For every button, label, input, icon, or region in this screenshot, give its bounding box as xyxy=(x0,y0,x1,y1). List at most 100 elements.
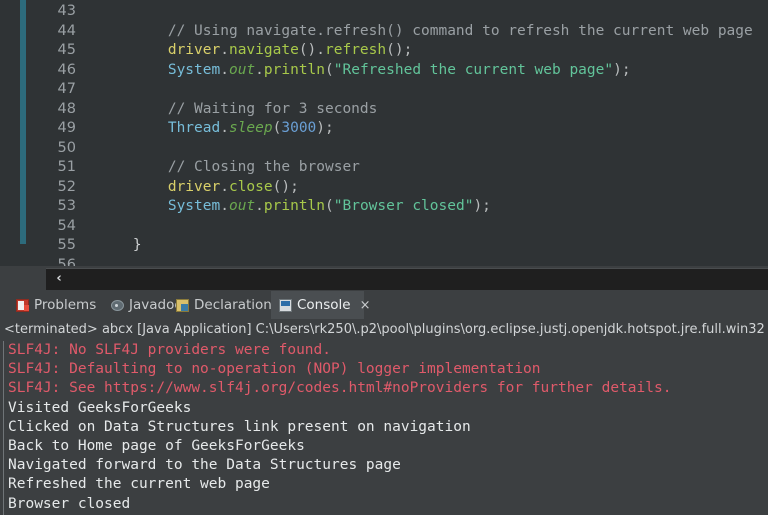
line-number: 43 xyxy=(57,3,76,19)
line-number: 49 xyxy=(57,120,76,136)
code-line-text: driver.close(); xyxy=(98,178,299,198)
code-line[interactable]: 50 xyxy=(0,139,768,159)
code-line[interactable]: 49 Thread.sleep(3000); xyxy=(0,119,768,139)
line-number: 50 xyxy=(57,139,76,156)
code-line[interactable]: 48 // Waiting for 3 seconds xyxy=(0,100,768,120)
line-number: 52 xyxy=(57,178,76,195)
line-number: 47 xyxy=(57,81,76,97)
code-line[interactable]: 56 xyxy=(0,256,768,267)
code-token: . xyxy=(255,61,264,78)
editor-horizontal-scrollbar-area[interactable]: ‹ xyxy=(0,266,768,291)
console-launch-configuration-line: <terminated> abcx [Java Application] C:\… xyxy=(0,319,768,342)
console-output-line: Visited GeeksForGeeks xyxy=(8,399,192,416)
eclipse-ide-window: a 4344 // Using navigate.refresh() comma… xyxy=(0,0,768,515)
code-token: driver xyxy=(167,42,221,58)
line-number: 53 xyxy=(57,198,76,214)
code-token: 3000 xyxy=(281,120,317,136)
code-editor[interactable]: a 4344 // Using navigate.refresh() comma… xyxy=(0,0,768,266)
code-line[interactable]: 43 xyxy=(0,2,768,22)
code-line[interactable]: 53 System.out.println("Browser closed"); xyxy=(0,197,768,217)
console-error-line: SLF4J: Defaulting to no-operation (NOP) … xyxy=(8,361,541,378)
tab-label: Declaration xyxy=(194,297,272,313)
editor-horizontal-scrollbar-track[interactable] xyxy=(46,268,768,290)
line-number: 56 xyxy=(57,256,76,267)
console-output-line: Browser closed xyxy=(8,495,131,512)
code-token: Thread xyxy=(167,120,221,136)
code-token: ( xyxy=(325,198,334,214)
line-number: 45 xyxy=(57,42,76,58)
code-line[interactable]: 54 xyxy=(0,217,768,237)
line-number: 44 xyxy=(57,22,76,39)
code-line-text: // Using navigate.refresh() command to r… xyxy=(98,22,753,42)
code-line-text: } xyxy=(98,236,142,256)
view-tab-bar[interactable]: Problems Javadoc Declaration Console × xyxy=(0,291,768,320)
code-token: ); xyxy=(613,61,631,78)
code-token: . xyxy=(220,61,229,78)
code-line[interactable]: 55 } xyxy=(0,236,768,256)
bottom-panel: Problems Javadoc Declaration Console × <term… xyxy=(0,291,768,515)
code-token: out xyxy=(228,61,256,78)
code-token: System xyxy=(167,61,221,78)
code-token: println xyxy=(263,61,326,78)
code-token: . xyxy=(220,42,229,58)
tab-problems[interactable]: Problems xyxy=(8,291,103,319)
code-token: System xyxy=(167,198,221,214)
code-token: out xyxy=(228,198,256,214)
console-icon xyxy=(279,298,292,312)
code-token: // Using navigate.refresh() command to r… xyxy=(167,22,753,39)
code-line-text: System.out.println("Browser closed"); xyxy=(98,197,491,217)
console-left-border xyxy=(3,341,4,515)
close-icon[interactable]: × xyxy=(360,299,371,312)
launch-config-text: <terminated> abcx [Java Application] C:\… xyxy=(4,322,765,337)
console-output-line: Navigated forward to the Data Structures… xyxy=(8,457,401,474)
code-token: . xyxy=(220,120,229,136)
code-line-text: // Waiting for 3 seconds xyxy=(98,100,378,120)
code-token: sleep xyxy=(228,120,273,136)
console-error-line: SLF4J: No SLF4J providers were found. xyxy=(8,342,332,358)
code-line-text: Thread.sleep(3000); xyxy=(98,119,334,139)
code-token: ( xyxy=(325,61,334,78)
code-line[interactable]: 52 driver.close(); xyxy=(0,178,768,198)
code-token: "Browser closed" xyxy=(333,198,474,214)
code-token: close xyxy=(228,178,273,195)
code-line[interactable]: 51 // Closing the browser xyxy=(0,158,768,178)
console-output-line: Back to Home page of GeeksForGeeks xyxy=(8,437,305,454)
code-line[interactable]: 45 driver.navigate().refresh(); xyxy=(0,41,768,61)
code-token: // Closing the browser xyxy=(167,159,360,175)
tab-label: Problems xyxy=(34,297,97,313)
tab-declaration[interactable]: Declaration xyxy=(168,291,278,319)
code-token: println xyxy=(263,198,326,214)
code-token: . xyxy=(220,198,229,214)
problems-icon xyxy=(16,298,29,312)
console-output-line: Clicked on Data Structures link present … xyxy=(8,418,471,435)
code-line[interactable]: 44 // Using navigate.refresh() command t… xyxy=(0,22,768,42)
line-number: 55 xyxy=(57,237,76,253)
line-number: 46 xyxy=(57,61,76,78)
scroll-left-arrow-icon[interactable]: ‹ xyxy=(50,269,68,288)
code-line[interactable]: 46 System.out.println("Refreshed the cur… xyxy=(0,61,768,81)
code-token: // Waiting for 3 seconds xyxy=(167,100,378,117)
console-error-line: SLF4J: See https://www.slf4j.org/codes.h… xyxy=(8,380,672,397)
code-line-list: 43 44 // Using navigate.refresh() command… xyxy=(0,2,768,266)
code-line-text: System.out.println("Refreshed the curren… xyxy=(98,61,631,81)
code-token: ); xyxy=(473,198,491,214)
code-token: refresh xyxy=(325,42,387,58)
code-token: . xyxy=(220,178,229,195)
line-number: 48 xyxy=(57,100,76,117)
line-number: 51 xyxy=(57,159,76,175)
code-token: (); xyxy=(386,42,413,58)
code-line-text: // Closing the browser xyxy=(98,158,360,178)
console-view[interactable]: SLF4J: No SLF4J providers were found. SLF… xyxy=(0,341,768,515)
code-token: . xyxy=(255,198,264,214)
code-line[interactable]: 47 xyxy=(0,80,768,100)
console-output-line: Refreshed the current web page xyxy=(8,476,270,493)
tab-label: Console xyxy=(297,297,351,313)
code-token: ); xyxy=(316,120,334,136)
tab-console[interactable]: Console × xyxy=(271,291,371,319)
